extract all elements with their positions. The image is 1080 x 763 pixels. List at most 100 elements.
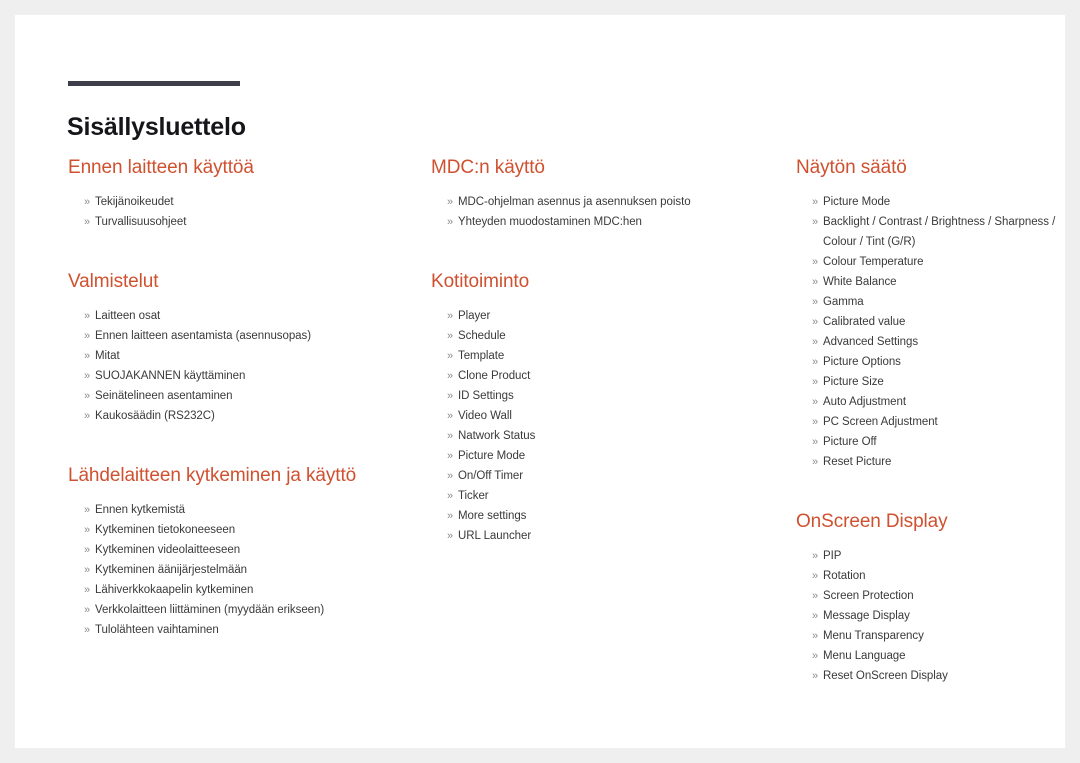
toc-entry[interactable]: » Picture Off [796,432,1066,452]
toc-entry[interactable]: » Picture Options [796,352,1066,372]
toc-entry[interactable]: » Menu Transparency [796,626,1066,646]
toc-entry-label: Auto Adjustment [823,396,906,408]
toc-column-3: Näytön säätö » Picture Mode » Backlight / Co… [796,155,1066,686]
chevron-double-right-icon: » [812,570,819,582]
document-page: Sisällysluettelo Ennen laitteen käyttöä »… [15,15,1065,748]
toc-entry-label: Clone Product [458,370,531,382]
toc-entry[interactable]: » Schedule [431,326,761,346]
toc-entry[interactable]: » Natwork Status [431,426,761,446]
toc-entry[interactable]: » Kytkeminen tietokoneeseen [68,520,398,540]
toc-entry-label: Ennen kytkemistä [95,504,185,516]
toc-entry[interactable]: » Laitteen osat [68,306,398,326]
toc-entry[interactable]: » Picture Mode [431,446,761,466]
toc-entry[interactable]: » Gamma [796,292,1066,312]
section-heading-lahdelaitteen-kytkeminen-ja-kaytto: Lähdelaitteen kytkeminen ja käyttö [68,465,357,486]
toc-entry-label: Calibrated value [823,316,906,328]
chevron-double-right-icon: » [84,544,91,556]
toc-entry[interactable]: » Kytkeminen videolaitteeseen [68,540,398,560]
toc-entry[interactable]: » Turvallisuusohjeet [68,212,398,232]
toc-entry[interactable]: » Template [431,346,761,366]
toc-entry[interactable]: » Tulolähteen vaihtaminen [68,620,398,640]
chevron-double-right-icon: » [812,456,819,468]
toc-entry-label: Picture Mode [458,450,526,462]
toc-entry[interactable]: » Menu Language [796,646,1066,666]
chevron-double-right-icon: » [812,296,819,308]
toc-entry-label: Ticker [458,490,489,502]
toc-entry[interactable]: » On/Off Timer [431,466,761,486]
toc-entry[interactable]: » Kaukosäädin (RS232C) [68,406,398,426]
toc-entry[interactable]: » Auto Adjustment [796,392,1066,412]
toc-entry[interactable]: » Calibrated value [796,312,1066,332]
toc-entry[interactable]: » Reset OnScreen Display [796,666,1066,686]
toc-entry[interactable]: » Lähiverkkokaapelin kytkeminen [68,580,398,600]
toc-entry-label: Menu Language [823,650,906,662]
toc-entry[interactable]: » White Balance [796,272,1066,292]
toc-entry[interactable]: » MDC-ohjelman asennus ja asennuksen pois… [431,192,761,212]
toc-list-valmistelut: » Laitteen osat » Ennen laitteen asentamist… [68,306,398,426]
chevron-double-right-icon: » [84,584,91,596]
toc-entry-label: Picture Mode [823,196,891,208]
toc-entry[interactable]: » Ennen kytkemistä [68,500,398,520]
chevron-double-right-icon: » [812,416,819,428]
chevron-double-right-icon: » [812,276,819,288]
toc-entry-label: Gamma [823,296,864,308]
toc-entry[interactable]: » Yhteyden muodostaminen MDC:hen [431,212,761,232]
chevron-double-right-icon: » [812,376,819,388]
toc-entry[interactable]: » Reset Picture [796,452,1066,472]
toc-entry-label: MDC-ohjelman asennus ja asennuksen poist… [458,196,691,208]
chevron-double-right-icon: » [812,396,819,408]
toc-list-onscreen-display: » PIP » Rotation » Screen Protection » Message … [796,546,1066,686]
toc-entry[interactable]: » PIP [796,546,1066,566]
toc-entry[interactable]: » Screen Protection [796,586,1066,606]
toc-entry-label: Kytkeminen videolaitteeseen [95,544,241,556]
toc-entry-label: Verkkolaitteen liittäminen (myydään erik… [95,604,325,616]
toc-entry-label: Message Display [823,610,910,622]
toc-entry[interactable]: » Clone Product [431,366,761,386]
chevron-double-right-icon: » [447,370,454,382]
toc-section-onscreen-display: OnScreen Display » PIP » Rotation » Screen Pro… [796,509,1066,686]
toc-list-mdcn-kaytto: » MDC-ohjelman asennus ja asennuksen pois… [431,192,761,232]
toc-entry-label: Template [458,350,505,362]
toc-entry[interactable]: » More settings [431,506,761,526]
toc-section-ennen-laitteen-kayttoa: Ennen laitteen käyttöä » Tekijänoikeudet » T… [68,155,398,232]
title-rule [68,81,240,86]
chevron-double-right-icon: » [84,310,91,322]
toc-entry[interactable]: » Colour Temperature [796,252,1066,272]
toc-section-kotitoiminto: Kotitoiminto » Player » Schedule » Template » Cl… [431,269,761,546]
toc-entry[interactable]: » Picture Mode [796,192,1066,212]
chevron-double-right-icon: » [84,390,91,402]
toc-entry[interactable]: » Seinätelineen asentaminen [68,386,398,406]
chevron-double-right-icon: » [812,336,819,348]
toc-entry[interactable]: » Message Display [796,606,1066,626]
toc-entry[interactable]: » Video Wall [431,406,761,426]
chevron-double-right-icon: » [84,604,91,616]
toc-entry[interactable]: » Picture Size [796,372,1066,392]
toc-entry[interactable]: » Advanced Settings [796,332,1066,352]
toc-entry[interactable]: » Rotation [796,566,1066,586]
chevron-double-right-icon: » [812,630,819,642]
toc-entry[interactable]: » Ennen laitteen asentamista (asennusopas… [68,326,398,346]
toc-entry-label: Picture Options [823,356,901,368]
toc-entry-label: PIP [823,550,842,562]
toc-entry-label: Reset OnScreen Display [823,670,948,682]
chevron-double-right-icon: » [812,356,819,368]
toc-entry[interactable]: » Mitat [68,346,398,366]
toc-entry-label: Video Wall [458,410,512,422]
toc-entry[interactable]: » Ticker [431,486,761,506]
toc-entry-label: Player [458,310,491,322]
chevron-double-right-icon: » [812,610,819,622]
toc-entry[interactable]: » PC Screen Adjustment [796,412,1066,432]
toc-entry[interactable]: » Player [431,306,761,326]
toc-entry-label: Ennen laitteen asentamista (asennusopas) [95,330,312,342]
toc-entry[interactable]: » URL Launcher [431,526,761,546]
toc-entry-label: Colour Temperature [823,256,924,268]
toc-entry[interactable]: » SUOJAKANNEN käyttäminen [68,366,398,386]
toc-entry[interactable]: » Verkkolaitteen liittäminen (myydään eri… [68,600,398,620]
toc-entry[interactable]: » Tekijänoikeudet [68,192,398,212]
toc-section-mdcn-kaytto: MDC:n käyttö » MDC-ohjelman asennus ja ase… [431,155,761,232]
toc-entry[interactable]: » Kytkeminen äänijärjestelmään [68,560,398,580]
toc-entry[interactable]: » Backlight / Contrast / Brightness / Sha… [796,212,1066,252]
toc-entry[interactable]: » ID Settings [431,386,761,406]
